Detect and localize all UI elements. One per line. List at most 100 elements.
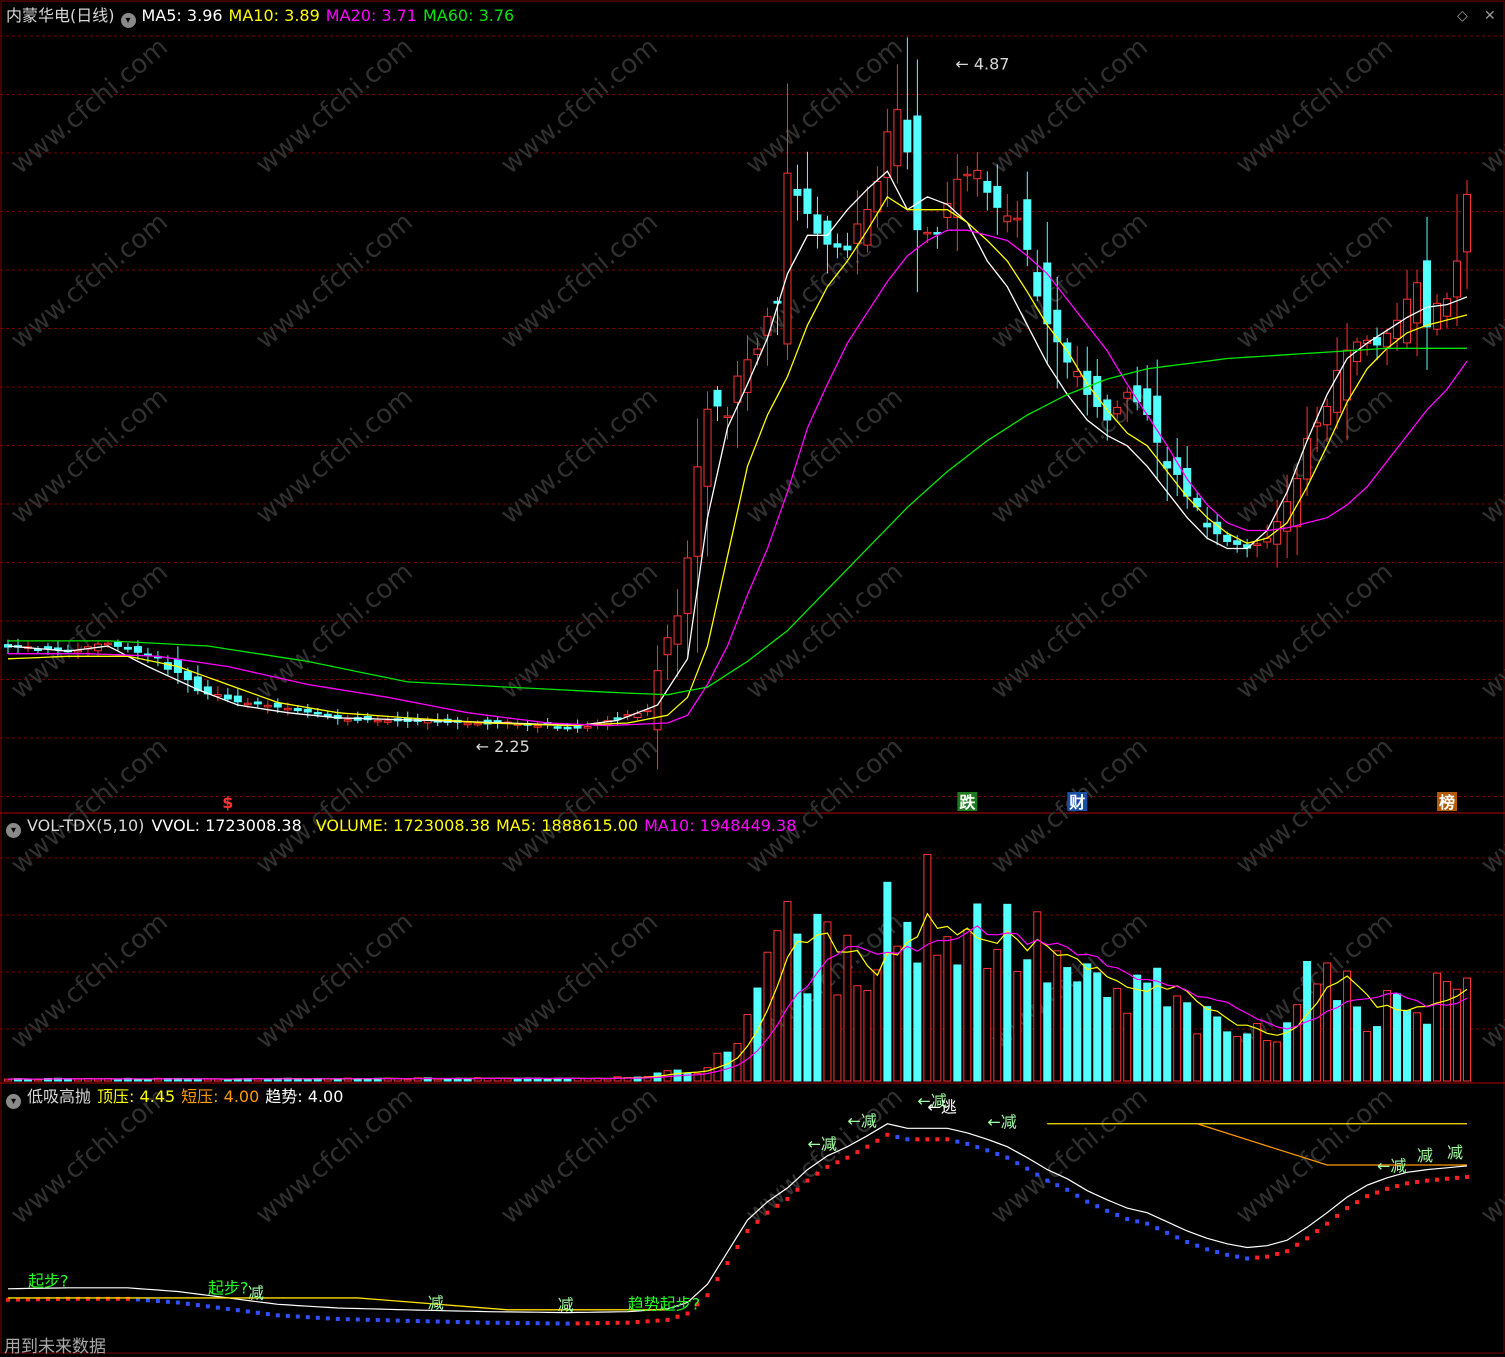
volume-bar [303, 1078, 312, 1082]
candle-body [793, 188, 802, 196]
candle-body [1113, 406, 1122, 415]
candle-body [1293, 478, 1302, 528]
candle [603, 716, 612, 731]
signal-dot [1285, 1249, 1290, 1254]
signal-dot [1255, 1255, 1260, 1260]
candle [23, 640, 32, 653]
candle-body [283, 707, 292, 711]
indicator-legend: ▾ 低吸高抛 顶压: 4.45 短压: 4.00 趋势: 4.00 [6, 1086, 349, 1109]
volume-bar [683, 1072, 692, 1082]
candle-body [253, 701, 262, 705]
signal-dot [1435, 1177, 1440, 1182]
candle-body [783, 172, 792, 345]
signal-dot [1105, 1208, 1110, 1213]
candle [663, 624, 672, 680]
volume-bar [883, 881, 892, 1082]
candle [453, 716, 462, 730]
volume-toggle-icon[interactable]: ▾ [6, 823, 21, 838]
ma-line-ma5 [7, 170, 1468, 727]
signal-dot [1375, 1190, 1380, 1195]
volume-bar [1073, 981, 1082, 1082]
watermark-text: www.cfchi.com [495, 1082, 664, 1230]
signal-dot [705, 1293, 710, 1298]
volume-bar [1403, 1009, 1412, 1082]
candle-body [923, 231, 932, 235]
volume-bar [783, 900, 792, 1082]
candle [933, 226, 942, 249]
volume-bar [1113, 987, 1122, 1082]
signal-dot [1265, 1254, 1270, 1259]
candle-body [843, 245, 852, 251]
candle [373, 716, 382, 726]
candle [963, 165, 972, 192]
close-icon[interactable]: ✕ [1484, 8, 1496, 24]
candle [713, 386, 722, 422]
candle-body [243, 702, 252, 706]
candle-body [913, 115, 922, 231]
volume-bar [893, 945, 902, 1082]
settings-toggle-icon[interactable]: ▾ [120, 13, 136, 28]
candle-body [1163, 461, 1172, 469]
signal-dot [925, 1137, 930, 1142]
candle-body [713, 389, 722, 407]
signal-label: ←减 [847, 1112, 876, 1131]
candle [1443, 292, 1452, 329]
volume-bar [1043, 982, 1052, 1082]
signal-dot [885, 1132, 890, 1137]
volume-bar [743, 1014, 752, 1082]
signal-label: ←减 [987, 1112, 1016, 1131]
candle [123, 643, 132, 653]
watermark-text: www.cfchi.com [250, 732, 419, 880]
candle-body [563, 726, 572, 730]
signal-dot [465, 1320, 470, 1325]
signal-dot [415, 1319, 420, 1324]
signal-dot [825, 1164, 830, 1169]
volume-bar [1233, 1035, 1242, 1082]
signal-dot [1455, 1175, 1460, 1180]
signal-dot [755, 1219, 760, 1224]
candle-body [1453, 260, 1462, 298]
signal-dot [295, 1314, 300, 1319]
signal-dot [1165, 1230, 1170, 1235]
volume-bar [1023, 959, 1032, 1082]
signal-dot [1005, 1155, 1010, 1160]
signal-dot [385, 1318, 390, 1323]
volume-bar [33, 1079, 42, 1082]
candle-body [303, 708, 312, 713]
candle-body [853, 223, 862, 244]
candle-body [583, 726, 592, 729]
diamond-icon[interactable]: ◇ [1457, 8, 1468, 24]
candle [1393, 302, 1402, 351]
candle-body [1383, 332, 1392, 348]
vol-ma10-label: MA10: [644, 816, 695, 835]
signal-label: ←减 [807, 1135, 836, 1154]
candle-body [813, 214, 822, 234]
ma60-value: 3.76 [478, 6, 515, 25]
watermark-text: www.cfchi.com [1230, 1082, 1399, 1230]
volume-bar [983, 967, 992, 1082]
signal-dot [1295, 1242, 1300, 1247]
indicator-toggle-icon[interactable]: ▾ [6, 1094, 21, 1109]
ma10-label: MA10: [228, 6, 280, 25]
signal-dot [995, 1152, 1000, 1156]
signal-dot [585, 1321, 590, 1326]
candle-body [1413, 282, 1422, 324]
watermark-text: www.cfchi.com [985, 382, 1154, 530]
signal-dot [605, 1320, 610, 1325]
signal-dot [1315, 1229, 1320, 1233]
candle [173, 646, 182, 685]
signal-label: ←减 [1377, 1157, 1406, 1176]
signal-dot [175, 1300, 180, 1305]
volume-bar [723, 1051, 732, 1082]
watermark-text: www.cfchi.com [740, 382, 909, 530]
candle-body [573, 726, 582, 729]
candle-body [1303, 438, 1312, 480]
candle [343, 714, 352, 726]
candle-body [343, 719, 352, 722]
signal-dot [455, 1319, 460, 1324]
candle [463, 717, 472, 729]
signal-dot [645, 1319, 650, 1324]
event-marker: $ [222, 793, 233, 812]
vol-ma10-value: 1948449.38 [699, 816, 797, 835]
signal-dot [445, 1319, 450, 1324]
